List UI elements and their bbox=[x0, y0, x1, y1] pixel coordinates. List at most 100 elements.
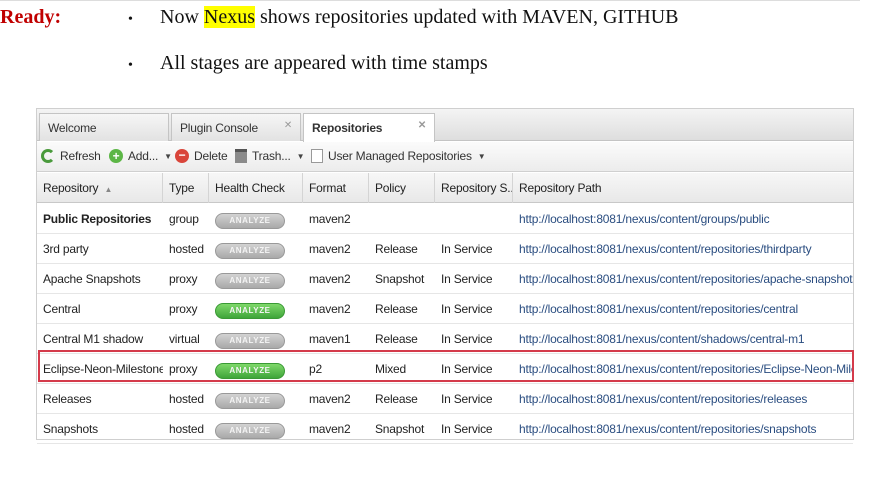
repository-path-cell: http://localhost:8081/nexus/content/repo… bbox=[513, 384, 853, 414]
health-check-cell: ANALYZE bbox=[209, 234, 303, 264]
repository-type: hosted bbox=[169, 242, 204, 256]
table-row[interactable]: Central proxy ANALYZE maven2 Release In Servi… bbox=[37, 294, 853, 324]
column-label: Type bbox=[169, 181, 195, 195]
analyze-button[interactable]: ANALYZE bbox=[215, 213, 285, 229]
repository-policy-cell bbox=[369, 204, 435, 234]
table-row[interactable]: Public Repositories group ANALYZE maven2 htt… bbox=[37, 204, 853, 234]
repository-type-cell: proxy bbox=[163, 354, 209, 384]
health-check-cell: ANALYZE bbox=[209, 324, 303, 354]
column-label: Repository bbox=[43, 181, 99, 195]
toolbar: Refresh + Add... ▼ − Delete Trash... ▼ U… bbox=[37, 142, 853, 172]
bullet-text-2: All stages are appeared with time stamps bbox=[160, 52, 488, 74]
trash-label: Trash... bbox=[252, 149, 291, 163]
column-label: Repository Path bbox=[519, 181, 602, 195]
tab-welcome[interactable]: Welcome bbox=[39, 113, 169, 141]
repository-name: Central bbox=[43, 302, 81, 316]
repository-policy-cell: Snapshot bbox=[369, 264, 435, 294]
column-header-repository-path[interactable]: Repository Path bbox=[513, 173, 853, 203]
refresh-button[interactable]: Refresh bbox=[41, 149, 101, 163]
repository-type-cell: group bbox=[163, 204, 209, 234]
analyze-button[interactable]: ANALYZE bbox=[215, 393, 285, 409]
repository-type: hosted bbox=[169, 392, 204, 406]
analyze-button[interactable]: ANALYZE bbox=[215, 423, 285, 439]
repository-format: maven2 bbox=[309, 392, 351, 406]
column-header-repository-status[interactable]: Repository S... bbox=[435, 173, 513, 203]
analyze-button[interactable]: ANALYZE bbox=[215, 243, 285, 259]
analyze-button[interactable]: ANALYZE bbox=[215, 273, 285, 289]
repository-status: In Service bbox=[441, 362, 493, 376]
repository-path[interactable]: http://localhost:8081/nexus/content/repo… bbox=[519, 362, 853, 376]
health-check-cell: ANALYZE bbox=[209, 414, 303, 444]
repository-path[interactable]: http://localhost:8081/nexus/content/repo… bbox=[519, 302, 798, 316]
delete-button[interactable]: − Delete bbox=[175, 149, 228, 163]
column-header-type[interactable]: Type bbox=[163, 173, 209, 203]
repository-path[interactable]: http://localhost:8081/nexus/content/repo… bbox=[519, 272, 853, 286]
repository-status-cell bbox=[435, 204, 513, 234]
table-row[interactable]: 3rd party hosted ANALYZE maven2 Release In Se… bbox=[37, 234, 853, 264]
repository-path[interactable]: http://localhost:8081/nexus/content/grou… bbox=[519, 212, 770, 226]
repository-path-cell: http://localhost:8081/nexus/content/repo… bbox=[513, 264, 853, 294]
tab-bar: Welcome Plugin Console ✕ Repositories ✕ bbox=[37, 109, 853, 142]
close-icon[interactable]: ✕ bbox=[418, 120, 426, 131]
chevron-down-icon: ▼ bbox=[164, 151, 172, 161]
repository-type-cell: proxy bbox=[163, 264, 209, 294]
repository-policy: Snapshot bbox=[375, 422, 425, 436]
column-label: Repository S... bbox=[441, 181, 513, 195]
repository-path[interactable]: http://localhost:8081/nexus/content/shad… bbox=[519, 332, 805, 346]
add-button[interactable]: + Add... ▼ bbox=[109, 149, 172, 163]
table-row[interactable]: Central M1 shadow virtual ANALYZE maven1 Rel… bbox=[37, 324, 853, 354]
sort-ascending-icon: ▲ bbox=[104, 185, 113, 194]
repository-policy: Snapshot bbox=[375, 272, 425, 286]
repository-path[interactable]: http://localhost:8081/nexus/content/repo… bbox=[519, 392, 807, 406]
bullet-text-1: Now Nexus shows repositories updated wit… bbox=[160, 6, 679, 29]
repository-path[interactable]: http://localhost:8081/nexus/content/repo… bbox=[519, 422, 816, 436]
document-icon bbox=[311, 149, 323, 163]
repository-format-cell: maven2 bbox=[303, 264, 369, 294]
table-row[interactable]: Apache Snapshots proxy ANALYZE maven2 Snapsh… bbox=[37, 264, 853, 294]
repository-type: hosted bbox=[169, 422, 204, 436]
repository-path[interactable]: http://localhost:8081/nexus/content/repo… bbox=[519, 242, 812, 256]
repository-format: p2 bbox=[309, 362, 322, 376]
repository-name-cell: Central M1 shadow bbox=[37, 324, 163, 354]
analyze-button[interactable]: ANALYZE bbox=[215, 303, 285, 319]
column-header-health-check[interactable]: Health Check bbox=[209, 173, 303, 203]
repository-status-cell: In Service bbox=[435, 414, 513, 444]
repository-status-cell: In Service bbox=[435, 264, 513, 294]
repository-status-cell: In Service bbox=[435, 294, 513, 324]
tab-plugin-console[interactable]: Plugin Console ✕ bbox=[171, 113, 301, 141]
tab-repositories[interactable]: Repositories ✕ bbox=[303, 113, 435, 142]
table-row[interactable]: Snapshots hosted ANALYZE maven2 Snapshot In S… bbox=[37, 414, 853, 444]
trash-button[interactable]: Trash... ▼ bbox=[235, 149, 305, 163]
column-header-format[interactable]: Format bbox=[303, 173, 369, 203]
repository-name: Releases bbox=[43, 392, 92, 406]
refresh-label: Refresh bbox=[60, 149, 101, 163]
repository-type: proxy bbox=[169, 272, 198, 286]
health-check-cell: ANALYZE bbox=[209, 204, 303, 234]
nexus-highlight: Nexus bbox=[203, 6, 255, 28]
health-check-cell: ANALYZE bbox=[209, 384, 303, 414]
repository-status-cell: In Service bbox=[435, 324, 513, 354]
refresh-icon bbox=[41, 149, 55, 163]
repository-policy-cell: Release bbox=[369, 294, 435, 324]
analyze-button[interactable]: ANALYZE bbox=[215, 333, 285, 349]
bullet-dot: • bbox=[128, 58, 133, 73]
table-row[interactable]: Releases hosted ANALYZE maven2 Release In Ser… bbox=[37, 384, 853, 414]
repository-format: maven2 bbox=[309, 242, 351, 256]
top-divider bbox=[0, 0, 860, 1]
table-row[interactable]: Eclipse-Neon-Milestones proxy ANALYZE p2 Mix… bbox=[37, 354, 853, 384]
user-managed-repositories-button[interactable]: User Managed Repositories ▼ bbox=[311, 149, 486, 163]
repository-policy: Mixed bbox=[375, 362, 407, 376]
repository-type-cell: proxy bbox=[163, 294, 209, 324]
nexus-repositories-panel: Welcome Plugin Console ✕ Repositories ✕ … bbox=[36, 108, 854, 444]
repository-name-cell: Releases bbox=[37, 384, 163, 414]
repository-type: virtual bbox=[169, 332, 200, 346]
close-icon[interactable]: ✕ bbox=[284, 120, 292, 131]
tab-label: Plugin Console bbox=[180, 121, 258, 135]
repository-format: maven2 bbox=[309, 272, 351, 286]
repository-type: group bbox=[169, 212, 199, 226]
repository-name: 3rd party bbox=[43, 242, 89, 256]
line1-before: Now bbox=[160, 6, 204, 28]
analyze-button[interactable]: ANALYZE bbox=[215, 363, 285, 379]
column-header-policy[interactable]: Policy bbox=[369, 173, 435, 203]
column-header-repository[interactable]: Repository ▲ bbox=[37, 173, 163, 203]
